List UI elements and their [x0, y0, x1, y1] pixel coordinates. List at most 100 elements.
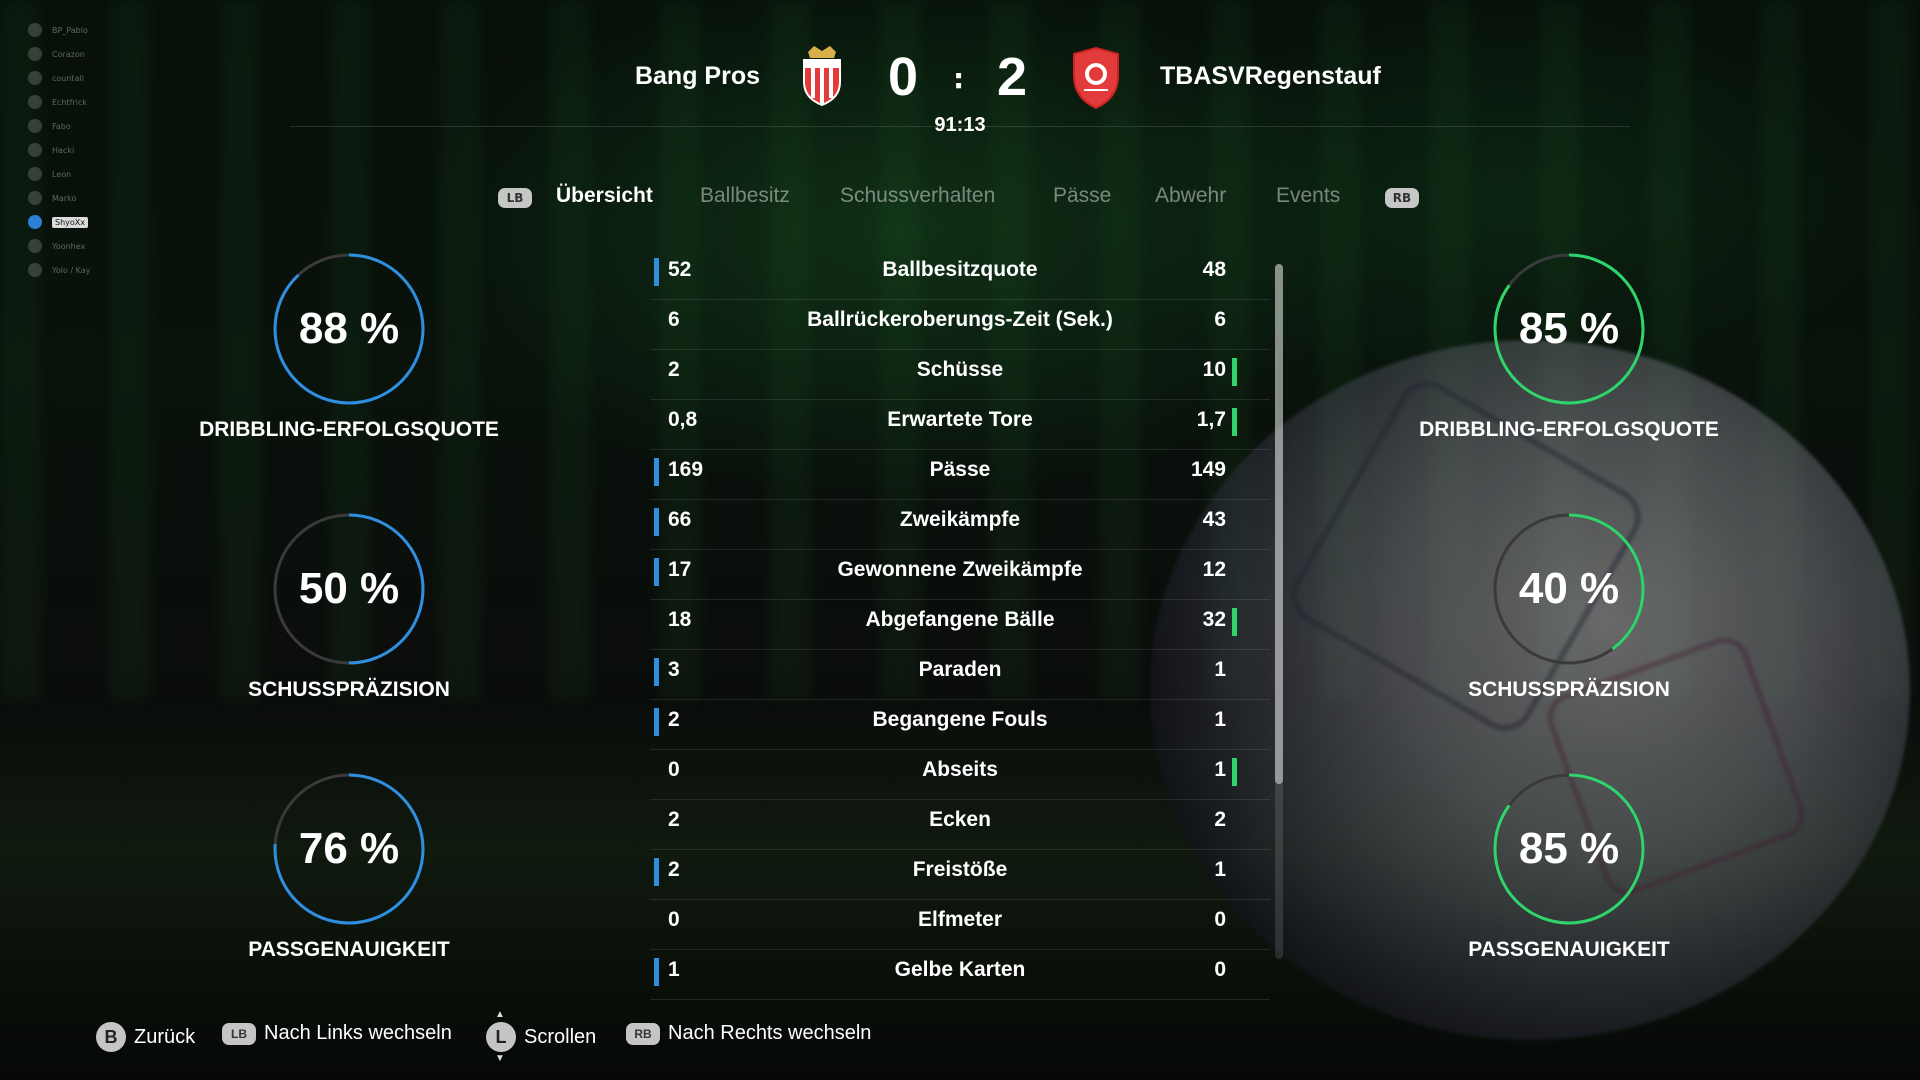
stat-away-value: 32	[1202, 608, 1226, 631]
stat-away-value: 2	[1214, 808, 1226, 831]
home-pass-accuracy-ring: 76 %	[269, 769, 429, 929]
switch-right-label: Nach Rechts wechseln	[668, 1022, 872, 1044]
tab-schussverhalten[interactable]: Schussverhalten	[840, 184, 995, 208]
ring-label: DRIBBLING-ERFOLGSQUOTE	[1419, 418, 1719, 441]
stat-away-value: 149	[1190, 458, 1226, 481]
stat-away-value: 10	[1202, 358, 1226, 381]
stat-name: Abseits	[922, 758, 998, 781]
stat-row: 6 Ballrückeroberungs-Zeit (Sek.) 6	[650, 300, 1270, 350]
player-name: Hacki	[52, 145, 75, 155]
lb-button-icon[interactable]: LB	[498, 188, 532, 208]
stat-away-value: 1	[1214, 758, 1226, 781]
stat-away-value: 43	[1202, 508, 1226, 531]
player-name: Yolo / Kay	[52, 265, 91, 275]
lb-button-icon: LB	[222, 1022, 256, 1045]
stat-row: 18 Abgefangene Bälle 32	[650, 600, 1270, 650]
stat-row: 0 Elfmeter 0	[650, 900, 1270, 950]
ring-percent: 88 %	[298, 304, 400, 353]
stats-scrollbar[interactable]	[1275, 264, 1283, 959]
player-list-item: Leon	[28, 162, 90, 186]
away-dribbling-ring: 85 %	[1489, 249, 1649, 409]
stat-away-value: 0	[1214, 958, 1226, 981]
stat-row: 52 Ballbesitzquote 48	[650, 250, 1270, 300]
ring-label: SCHUSSPRÄZISION	[1468, 678, 1670, 701]
stat-away-value: 1	[1214, 708, 1226, 731]
avatar	[28, 239, 42, 253]
ring-label: DRIBBLING-ERFOLGSQUOTE	[199, 418, 499, 441]
stat-away-value: 0	[1214, 908, 1226, 931]
avatar	[28, 263, 42, 277]
stat-row: 2 Ecken 2	[650, 800, 1270, 850]
tab-uebersicht[interactable]: Übersicht	[556, 184, 653, 208]
stat-name: Erwartete Tore	[887, 408, 1033, 431]
stats-table: 52 Ballbesitzquote 48 6 Ballrückeroberungs-Z…	[650, 250, 1270, 1000]
stat-name: Ballbesitzquote	[882, 258, 1038, 281]
match-header: Bang Pros 0 : 2 TBASVRegenstauf 91:13	[0, 40, 1920, 140]
away-team-name: TBASVRegenstauf	[1160, 62, 1381, 90]
stat-away-value: 12	[1202, 558, 1226, 581]
switch-right-hint[interactable]: RB Nach Rechts wechseln	[626, 1022, 871, 1045]
stat-name: Begangene Fouls	[872, 708, 1048, 731]
rb-button-icon[interactable]: RB	[1385, 188, 1419, 208]
stat-away-value: 1,7	[1196, 408, 1226, 431]
home-team-name: Bang Pros	[634, 62, 760, 90]
ring-percent: 50 %	[298, 564, 400, 613]
back-hint[interactable]: B Zurück	[96, 1022, 195, 1052]
ring-percent: 76 %	[298, 824, 400, 873]
stat-row: 2 Freistöße 1	[650, 850, 1270, 900]
stat-away-value: 1	[1214, 858, 1226, 881]
avatar	[28, 167, 42, 181]
away-shot-accuracy-ring: 40 %	[1489, 509, 1649, 669]
player-name: ShyoXx	[52, 216, 88, 228]
stat-row: 3 Paraden 1	[650, 650, 1270, 700]
stat-name: Ecken	[929, 808, 991, 831]
away-pass-accuracy-ring: 85 %	[1489, 769, 1649, 929]
stat-row: 2 Schüsse 10	[650, 350, 1270, 400]
stat-away-value: 6	[1214, 308, 1226, 331]
player-list-item: Yolo / Kay	[28, 258, 90, 282]
stat-name: Abgefangene Bälle	[865, 608, 1055, 631]
stat-name: Gelbe Karten	[894, 958, 1026, 981]
switch-left-label: Nach Links wechseln	[264, 1022, 452, 1044]
home-shot-accuracy-ring: 50 %	[269, 509, 429, 669]
ring-label: PASSGENAUIGKEIT	[248, 938, 450, 961]
back-label: Zurück	[134, 1025, 196, 1048]
stat-away-value: 1	[1214, 658, 1226, 681]
b-button-icon: B	[96, 1022, 126, 1052]
ring-percent: 85 %	[1518, 304, 1620, 353]
ring-percent: 85 %	[1518, 824, 1620, 873]
stat-name: Freistöße	[912, 858, 1008, 881]
tab-paesse[interactable]: Pässe	[1053, 184, 1111, 208]
scroll-label: Scrollen	[524, 1025, 597, 1048]
score-separator: :	[953, 62, 965, 95]
player-name: BP_Pablo	[52, 25, 88, 35]
stat-name: Gewonnene Zweikämpfe	[837, 558, 1083, 581]
stat-row: 2 Begangene Fouls 1	[650, 700, 1270, 750]
stat-name: Schüsse	[916, 358, 1004, 381]
switch-left-hint[interactable]: LB Nach Links wechseln	[222, 1022, 452, 1045]
away-score: 2	[997, 47, 1028, 107]
avatar	[28, 23, 42, 37]
stat-name: Ballrückeroberungs-Zeit (Sek.)	[807, 308, 1113, 331]
home-score: 0	[888, 47, 919, 107]
stat-row: 1 Gelbe Karten 0	[650, 950, 1270, 1000]
stat-row: 0,8 Erwartete Tore 1,7	[650, 400, 1270, 450]
stats-tabs: LB Übersicht Ballbesitz Schussverhalten …	[0, 184, 1920, 218]
stat-row: 66 Zweikämpfe 43	[650, 500, 1270, 550]
ring-label: SCHUSSPRÄZISION	[248, 678, 450, 701]
tab-events[interactable]: Events	[1276, 184, 1340, 208]
home-team-crest-icon	[803, 46, 841, 106]
scrollbar-thumb[interactable]	[1275, 264, 1283, 784]
player-name: Leon	[52, 169, 72, 179]
left-stick-icon: ▲ L ▼	[486, 1010, 516, 1064]
header-divider	[290, 126, 1630, 127]
stat-name: Elfmeter	[917, 908, 1003, 931]
ring-percent: 40 %	[1518, 564, 1620, 613]
away-team-crest-icon	[1073, 46, 1119, 110]
home-dribbling-ring: 88 %	[269, 249, 429, 409]
stat-row: 169 Pässe 149	[650, 450, 1270, 500]
avatar	[28, 143, 42, 157]
scroll-hint[interactable]: ▲ L ▼ Scrollen	[486, 1010, 597, 1064]
tab-abwehr[interactable]: Abwehr	[1155, 184, 1226, 208]
tab-ballbesitz[interactable]: Ballbesitz	[700, 184, 790, 208]
